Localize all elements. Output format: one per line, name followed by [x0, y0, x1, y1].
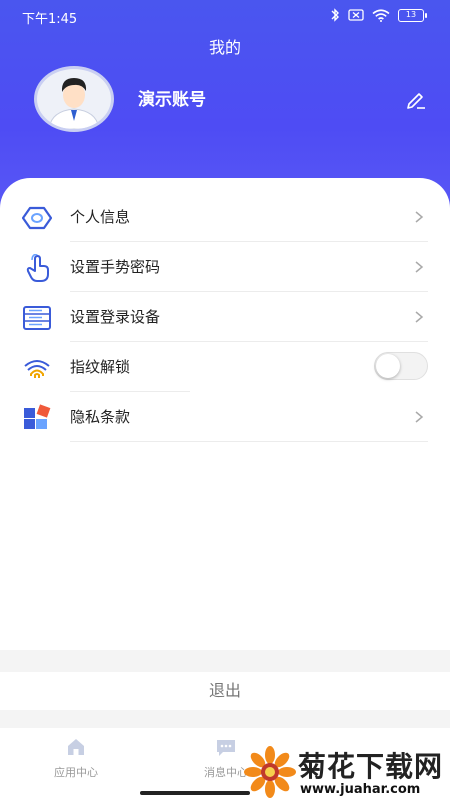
blocks-icon: [24, 404, 51, 429]
no-sim-icon: [348, 9, 364, 21]
edit-profile-button[interactable]: [404, 87, 428, 111]
menu-item-privacy-terms[interactable]: 隐私条款: [0, 392, 450, 442]
menu-label-login-device: 设置登录设备: [70, 308, 161, 326]
home-indicator: [140, 791, 250, 795]
watermark-url: www.juahar.com: [300, 782, 421, 797]
account-name: 演示账号: [138, 90, 206, 110]
menu-label-gesture-password: 设置手势密码: [70, 258, 161, 276]
pencil-icon: [407, 93, 425, 109]
menu-item-gesture-password[interactable]: 设置手势密码: [0, 242, 450, 292]
fingerprint-toggle[interactable]: [374, 352, 428, 380]
separator-band: [0, 650, 450, 672]
wifi-icon: [372, 8, 390, 22]
avatar[interactable]: [34, 66, 114, 132]
chevron-right-icon: [415, 211, 424, 223]
status-bar: 下午1:45 13: [0, 0, 450, 32]
toggle-knob: [376, 354, 400, 378]
menu-label-personal-info: 个人信息: [70, 208, 131, 226]
chevron-right-icon: [415, 311, 424, 323]
page-title: 我的: [208, 38, 241, 57]
server-list-icon: [23, 306, 51, 330]
separator-band: [0, 710, 450, 728]
fingerprint-icon: [24, 360, 50, 378]
watermark-logo: 菊花下载网 www.juahar.com: [244, 744, 450, 800]
message-icon: [217, 740, 235, 756]
menu-item-fingerprint-unlock: 指纹解锁: [0, 342, 450, 392]
bluetooth-icon: [331, 8, 339, 22]
chevron-right-icon: [415, 261, 424, 273]
watermark-title: 菊花下载网: [298, 750, 444, 783]
eye-hexagon-icon: [22, 206, 52, 230]
menu-label-fingerprint-unlock: 指纹解锁: [70, 358, 131, 376]
flower-logo-icon: [244, 746, 296, 798]
battery-icon: 13: [398, 8, 427, 22]
home-icon: [68, 739, 84, 755]
menu-item-personal-info[interactable]: 个人信息: [0, 192, 450, 242]
chevron-right-icon: [415, 411, 424, 423]
hand-tap-icon: [26, 254, 49, 282]
menu-item-login-device[interactable]: 设置登录设备: [0, 292, 450, 342]
user-avatar-icon: [48, 78, 100, 129]
battery-level: 13: [405, 10, 417, 19]
status-time: 下午1:45: [22, 12, 78, 27]
tab-label: 应用中心: [54, 766, 98, 779]
menu-card: 个人信息 设置手势密码 设置登录设备 指纹解锁 隐私条款: [0, 178, 450, 650]
tab-app-center[interactable]: 应用中心: [16, 736, 136, 780]
menu-label-privacy-terms: 隐私条款: [70, 408, 131, 426]
status-icons: 13: [330, 8, 427, 22]
divider: [70, 441, 428, 442]
logout-button[interactable]: 退出: [0, 672, 450, 710]
